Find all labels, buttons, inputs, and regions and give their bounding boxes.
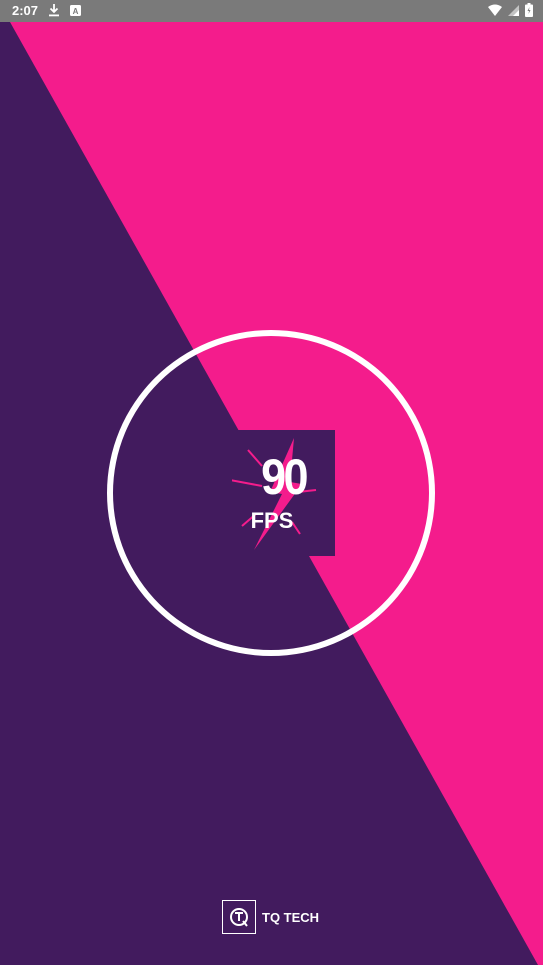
brand-name: TQ TECH [262, 909, 320, 925]
a-badge-icon: A [70, 4, 81, 19]
status-time: 2:07 [12, 3, 39, 18]
signal-icon [508, 4, 519, 19]
tq-logo-icon [222, 900, 256, 934]
logo-number: 90 [261, 449, 308, 505]
svg-text:A: A [73, 7, 79, 16]
battery-icon [525, 3, 533, 20]
app-logo: 90 FPS [232, 430, 335, 556]
brand-footer: TQ TECH [222, 900, 319, 934]
logo-unit: FPS [250, 508, 294, 533]
status-bar: 2:07 A [0, 0, 543, 22]
download-icon [48, 3, 60, 20]
wifi-icon [488, 4, 502, 19]
